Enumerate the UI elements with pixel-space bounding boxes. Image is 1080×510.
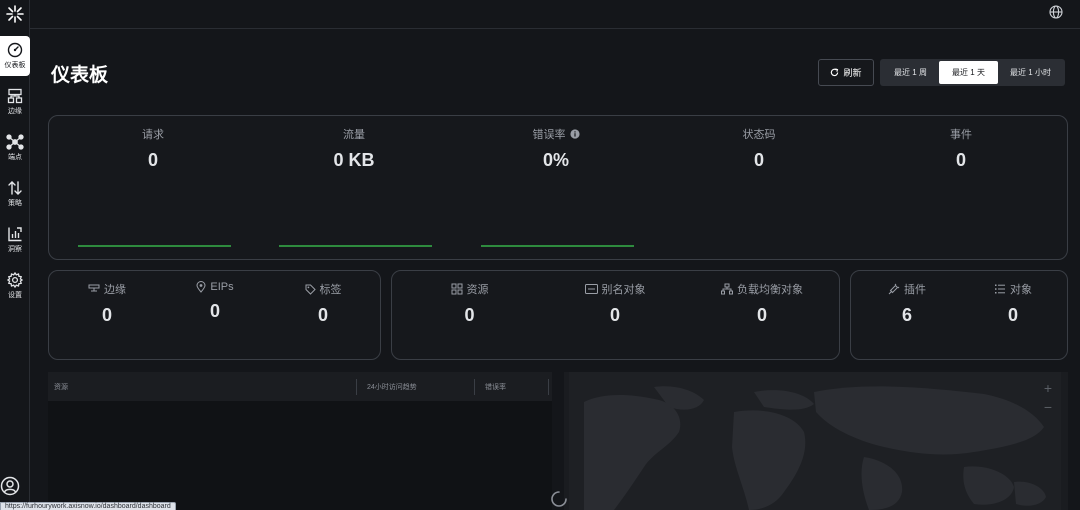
nav-item-endpoints[interactable]: 端点 (0, 128, 30, 168)
nav-item-edge[interactable]: 边缘 (0, 82, 30, 122)
endpoints-network-icon (6, 134, 24, 150)
page-title: 仪表板 (51, 65, 109, 86)
metric-label: 流量 (343, 129, 365, 141)
column-header-error-rate[interactable]: 错误率 (475, 378, 549, 395)
sidebar: 仪表板 边缘 端点 策略 洞察 设置 (0, 0, 30, 510)
metric-value: 0 (609, 305, 620, 325)
metric-value: 6 (901, 305, 912, 325)
language-globe-icon[interactable] (1049, 5, 1063, 19)
settings-gear-icon (7, 272, 23, 288)
load-balancer-icon (721, 283, 733, 295)
metric-eips[interactable]: EIPs 0 (175, 281, 255, 322)
map-zoom-in-button[interactable]: + (1040, 380, 1056, 396)
user-account-icon[interactable] (0, 476, 20, 496)
metric-label: 错误率 (532, 129, 566, 141)
nav-label: 端点 (8, 154, 22, 161)
metric-label: 事件 (950, 129, 972, 141)
map-zoom-out-button[interactable]: − (1040, 399, 1056, 415)
metric-edges[interactable]: 边缘 0 (67, 281, 147, 326)
metric-requests: 请求 0 (103, 126, 203, 171)
dashboard-gauge-icon (7, 42, 23, 58)
metric-value: 0 (756, 305, 767, 325)
requests-sparkline (78, 245, 231, 247)
metric-label: 负载均衡对象 (737, 284, 803, 296)
traffic-sparkline (279, 245, 432, 247)
nav-item-policy[interactable]: 策略 (0, 174, 30, 214)
resource-table: 资源 24小时访问趋势 错误率 (48, 372, 552, 510)
loading-spinner-icon (551, 491, 567, 507)
range-last-day[interactable]: 最近 1 天 (939, 61, 998, 84)
metric-value: 0 (147, 150, 158, 170)
list-icon (995, 284, 1005, 294)
metric-plugins[interactable]: 插件 6 (867, 281, 947, 326)
edge-summary-card: 边缘 0 EIPs 0 标签 0 (48, 270, 381, 360)
edge-icon (88, 284, 100, 292)
metric-error-rate: 错误率 0% (506, 126, 606, 171)
grid-icon (451, 283, 462, 295)
edge-sitemap-icon (7, 88, 23, 104)
logo-burst-icon (6, 5, 24, 23)
range-last-hour[interactable]: 最近 1 小时 (998, 61, 1063, 84)
metric-alias-objects[interactable]: 别名对象 0 (560, 281, 670, 326)
nav-item-settings[interactable]: 设置 (0, 266, 30, 306)
metric-value: 0 KB (333, 150, 375, 170)
metric-value: 0 (1007, 305, 1018, 325)
metric-label: EIPs (210, 281, 234, 293)
traffic-metrics-card: 请求 0 流量 0 KB 错误率 0% 状态码 0 事件 0 (48, 115, 1068, 260)
metric-tags[interactable]: 标签 0 (283, 281, 363, 326)
metric-objects[interactable]: 对象 0 (973, 281, 1053, 326)
time-range-selector: 最近 1 周 最近 1 天 最近 1 小时 (880, 59, 1065, 86)
metric-value: 0 (317, 305, 328, 325)
refresh-button[interactable]: 刷新 (818, 59, 874, 86)
refresh-label: 刷新 (843, 68, 862, 78)
nav-item-dashboard[interactable]: 仪表板 (0, 36, 30, 76)
metric-label: 标签 (319, 284, 342, 296)
nav-item-insights[interactable]: 洞察 (0, 220, 30, 260)
top-bar (30, 0, 1080, 29)
nav-label: 边缘 (8, 108, 22, 115)
metric-value: 0 (101, 305, 112, 325)
metric-status-codes: 状态码 0 (709, 126, 809, 171)
tag-icon (305, 284, 316, 295)
metric-value: 0 (753, 150, 764, 170)
metric-value: 0 (464, 305, 475, 325)
metric-value: 0 (955, 150, 966, 170)
resource-summary-card: 资源 0 别名对象 0 负载均衡对象 0 (391, 270, 840, 360)
status-bar-url: https://furhourywork.axisnow.io/dashboar… (0, 502, 176, 510)
nav-label: 策略 (8, 200, 22, 207)
insights-chart-icon (8, 227, 22, 242)
metric-label: 请求 (142, 129, 164, 141)
policy-arrows-icon (8, 181, 22, 195)
column-header-resource[interactable]: 资源 (48, 378, 357, 395)
nav-label: 设置 (8, 292, 22, 299)
refresh-icon (831, 68, 839, 77)
metric-label: 对象 (1010, 284, 1032, 296)
metric-label: 状态码 (742, 129, 776, 141)
metric-label: 边缘 (104, 284, 126, 296)
alias-object-icon (584, 284, 598, 294)
location-pin-icon (196, 281, 206, 293)
plugin-summary-card: 插件 6 对象 0 (850, 270, 1068, 360)
plugin-icon (888, 283, 900, 295)
metric-value: 0% (542, 150, 569, 170)
info-icon[interactable] (569, 129, 580, 139)
world-map[interactable]: + − (564, 372, 1068, 510)
metric-label: 插件 (904, 284, 926, 296)
error-rate-sparkline (481, 245, 634, 247)
metric-label: 资源 (466, 284, 489, 296)
nav-label: 仪表板 (4, 62, 26, 69)
nav-label: 洞察 (8, 246, 22, 253)
metric-resources[interactable]: 资源 0 (422, 281, 517, 326)
app-logo[interactable] (0, 5, 30, 25)
metric-value: 0 (209, 301, 220, 321)
world-map-land (569, 372, 1061, 510)
range-last-week[interactable]: 最近 1 周 (882, 61, 939, 84)
metric-events: 事件 0 (911, 126, 1011, 171)
metric-label: 别名对象 (601, 284, 646, 296)
table-header: 资源 24小时访问趋势 错误率 (48, 372, 552, 401)
metric-load-balancer-objects[interactable]: 负载均衡对象 0 (702, 281, 822, 326)
column-header-trend[interactable]: 24小时访问趋势 (357, 378, 475, 395)
metric-traffic: 流量 0 KB (304, 126, 404, 171)
